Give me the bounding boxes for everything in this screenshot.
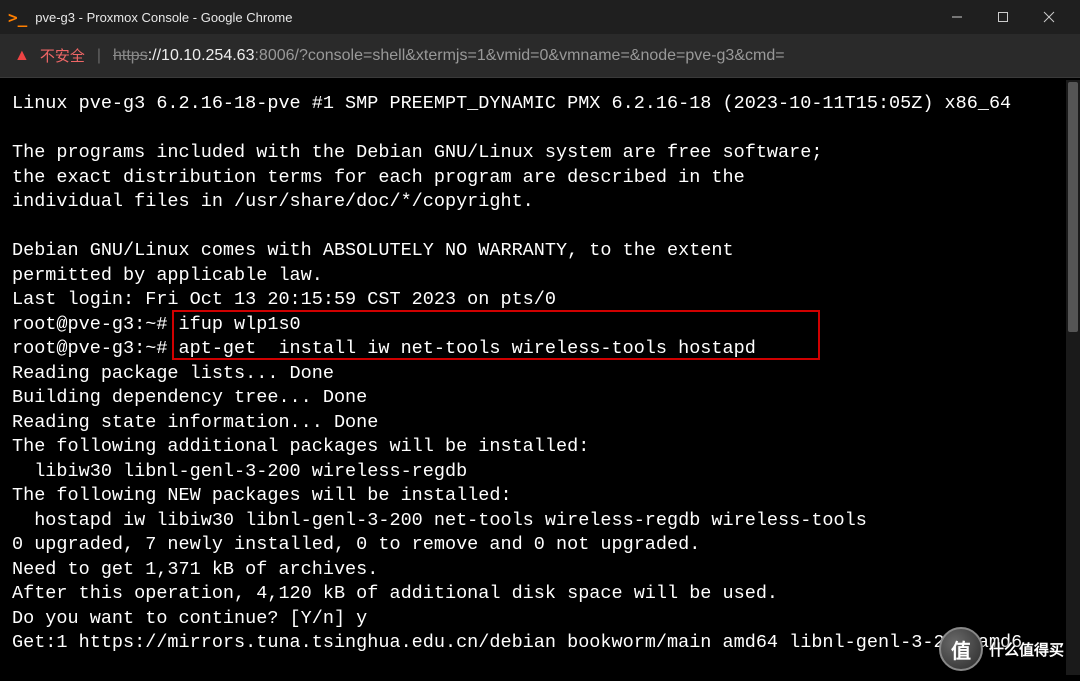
url-path: :8006/?console=shell&xtermjs=1&vmid=0&vm… [254, 47, 784, 64]
url-host: ://10.10.254.63 [148, 47, 255, 64]
maximize-button[interactable] [980, 0, 1026, 34]
security-warning-text: 不安全 [40, 45, 85, 66]
window-title: pve-g3 - Proxmox Console - Google Chrome [35, 10, 934, 25]
window-controls [934, 0, 1072, 34]
terminal-output[interactable]: Linux pve-g3 6.2.16-18-pve #1 SMP PREEMP… [0, 78, 1080, 681]
scrollbar-track[interactable] [1066, 80, 1080, 675]
maximize-icon [997, 11, 1009, 23]
watermark-badge-text: 什么值得买 [989, 639, 1064, 660]
url-protocol: https [113, 47, 148, 64]
close-icon [1043, 11, 1055, 23]
watermark-badge-icon: 值 [939, 627, 983, 671]
minimize-button[interactable] [934, 0, 980, 34]
separator: | [97, 47, 101, 65]
url-display: https://10.10.254.63:8006/?console=shell… [113, 47, 785, 65]
address-bar[interactable]: ▲ 不安全 | https://10.10.254.63:8006/?conso… [0, 34, 1080, 78]
watermark-badge: 值 什么值得买 [939, 627, 1064, 671]
scrollbar-thumb[interactable] [1068, 82, 1078, 332]
app-icon: >_ [8, 8, 27, 27]
warning-icon: ▲ [14, 47, 30, 65]
close-button[interactable] [1026, 0, 1072, 34]
minimize-icon [951, 11, 963, 23]
window-titlebar: >_ pve-g3 - Proxmox Console - Google Chr… [0, 0, 1080, 34]
